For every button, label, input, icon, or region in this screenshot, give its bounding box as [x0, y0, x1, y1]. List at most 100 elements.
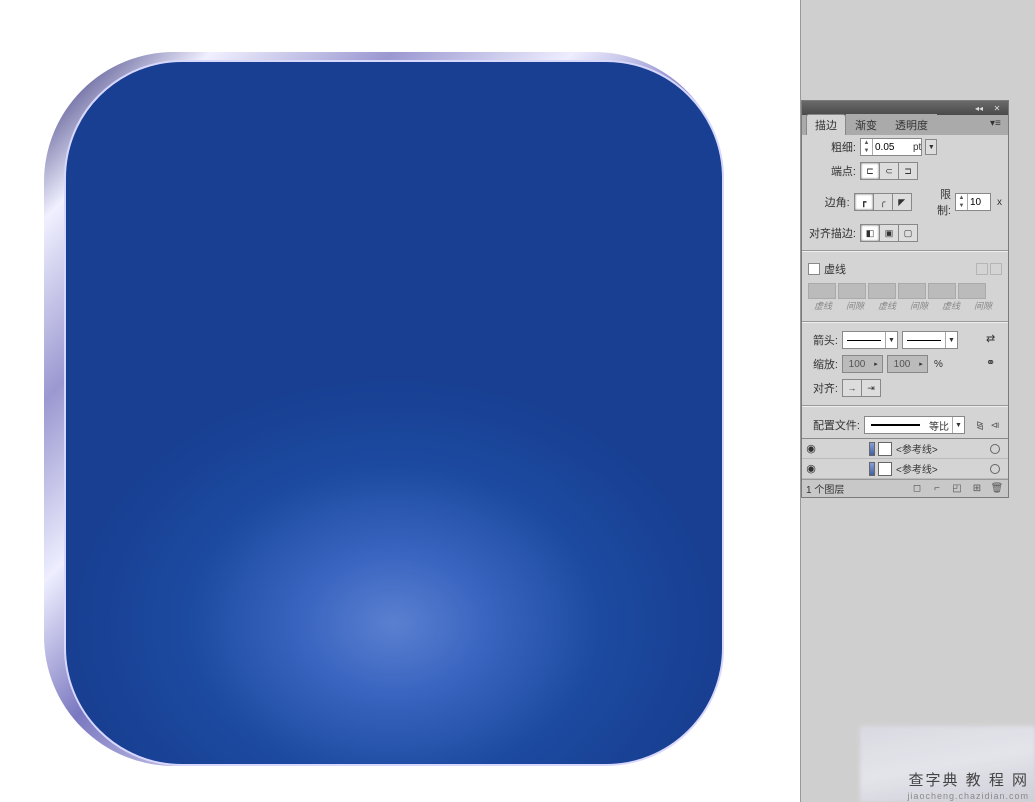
stroke-panel: ◂◂ ✕ 描边 渐变 透明度 ▾≡ 粗细: ▲ ▼ pt ▼ 端点: [801, 100, 1009, 498]
target-icon[interactable] [990, 464, 1000, 474]
swap-arrows-icon[interactable]: ⇄ [986, 332, 1002, 348]
icon-face-shape [64, 60, 724, 766]
arrow-start-dropdown[interactable]: ▼ [842, 331, 898, 349]
weight-spinner[interactable]: ▲ ▼ pt [860, 138, 922, 156]
align-stroke-label: 对齐描边: [808, 225, 856, 241]
dashed-label: 虚线 [824, 261, 846, 277]
new-sublayer-icon[interactable]: ◰ [950, 482, 964, 496]
separator [802, 321, 1008, 323]
scale-a-spinner[interactable]: ▸ [842, 355, 883, 373]
corner-miter-icon[interactable]: ┏ [854, 193, 874, 211]
weight-row: 粗细: ▲ ▼ pt ▼ [802, 135, 1008, 159]
cap-butt-icon[interactable]: ⊏ [860, 162, 880, 180]
collapse-icon[interactable]: ◂◂ [972, 103, 986, 113]
limit-input[interactable] [968, 194, 990, 210]
layers-footer: 1 个图层 ◻ ⌐ ◰ ⊞ 🗑 [802, 479, 1008, 497]
spin-up-icon[interactable]: ▲ [956, 194, 967, 202]
close-icon[interactable]: ✕ [990, 103, 1004, 113]
dash-col-labels: 虚线 间隙 虚线 间隙 虚线 间隙 [802, 299, 1008, 316]
arrow-tip-icon[interactable]: ⇥ [861, 379, 881, 397]
clip-icon[interactable]: ⌐ [930, 482, 944, 496]
separator [802, 405, 1008, 407]
align-center-icon[interactable]: ◧ [860, 224, 880, 242]
arrow-end-dropdown[interactable]: ▼ [902, 331, 958, 349]
dash-2-input[interactable] [868, 283, 896, 299]
link-scale-icon[interactable]: ⚭ [986, 356, 1002, 372]
new-layer-icon[interactable]: ⊞ [970, 482, 984, 496]
profile-dropdown[interactable]: 等比 ▼ [864, 416, 965, 434]
dashed-checkbox[interactable] [808, 263, 820, 275]
target-icon[interactable] [990, 444, 1000, 454]
dash-col-label: 虚线 [872, 299, 902, 312]
scale-label: 缩放: [808, 356, 838, 372]
spin-down-icon[interactable]: ▼ [861, 147, 872, 155]
spin-down-icon[interactable]: ▼ [956, 202, 967, 210]
arrow-label: 箭头: [808, 332, 838, 348]
dash-align-icon[interactable] [990, 263, 1002, 275]
cap-round-icon[interactable]: ⊂ [879, 162, 899, 180]
limit-spinner[interactable]: ▲ ▼ [955, 193, 991, 211]
scale-b-spinner[interactable]: ▸ [887, 355, 928, 373]
chevron-right-icon[interactable]: ▸ [870, 356, 882, 372]
tab-transparency[interactable]: 透明度 [886, 114, 937, 135]
cap-row: 端点: ⊏ ⊂ ⊐ [802, 159, 1008, 183]
align-stroke-buttons: ◧ ▣ ▢ [860, 224, 918, 242]
weight-dropdown-icon[interactable]: ▼ [925, 139, 937, 155]
spin-up-icon[interactable]: ▲ [861, 139, 872, 147]
gap-1-input[interactable] [838, 283, 866, 299]
corner-buttons: ┏ ╭ ◤ [854, 193, 912, 211]
gap-2-input[interactable] [898, 283, 926, 299]
profile-value: 等比 [926, 418, 952, 433]
dash-preserve-icon[interactable] [976, 263, 988, 275]
layer-color-bar [869, 462, 875, 476]
dashed-row: 虚线 [802, 257, 1008, 281]
cap-buttons: ⊏ ⊂ ⊐ [860, 162, 918, 180]
layer-row[interactable]: ◉ <参考线> [802, 459, 1008, 479]
canvas-area[interactable] [0, 0, 800, 802]
align-inside-icon[interactable]: ▣ [879, 224, 899, 242]
weight-input[interactable] [873, 139, 911, 155]
layer-thumb [878, 462, 892, 476]
trash-icon[interactable]: 🗑 [990, 482, 1004, 496]
panel-menu-icon[interactable]: ▾≡ [990, 118, 1004, 130]
limit-unit: x [997, 197, 1002, 208]
corner-bevel-icon[interactable]: ◤ [892, 193, 912, 211]
profile-label: 配置文件: [808, 417, 860, 433]
corner-label: 边角: [808, 194, 850, 210]
layer-count: 1 个图层 [806, 481, 844, 496]
layer-name[interactable]: <参考线> [896, 461, 982, 476]
align-outside-icon[interactable]: ▢ [898, 224, 918, 242]
dash-1-input[interactable] [808, 283, 836, 299]
tab-stroke[interactable]: 描边 [806, 114, 846, 135]
chevron-right-icon[interactable]: ▸ [915, 356, 927, 372]
dash-col-label: 间隙 [904, 299, 934, 312]
arrow-extend-icon[interactable]: → [842, 379, 862, 397]
scale-b-input[interactable] [888, 356, 916, 372]
separator [802, 250, 1008, 252]
corner-round-icon[interactable]: ╭ [873, 193, 893, 211]
align-stroke-row: 对齐描边: ◧ ▣ ▢ [802, 221, 1008, 245]
tab-gradient[interactable]: 渐变 [846, 114, 886, 135]
dash-align-buttons [976, 263, 1002, 275]
layer-name[interactable]: <参考线> [896, 441, 982, 456]
align-arrow-row: 对齐: → ⇥ [802, 376, 1008, 400]
locate-icon[interactable]: ◻ [910, 482, 924, 496]
visibility-icon[interactable]: ◉ [802, 442, 820, 455]
flip-y-icon[interactable]: ⧏ [988, 417, 1002, 433]
profile-row: 配置文件: 等比 ▼ ⧎ ⧏ [802, 412, 1008, 438]
weight-label: 粗细: [808, 139, 856, 155]
corner-row: 边角: ┏ ╭ ◤ 限制: ▲ ▼ x [802, 183, 1008, 221]
layer-row[interactable]: ◉ <参考线> [802, 439, 1008, 459]
dash-3-input[interactable] [928, 283, 956, 299]
flip-x-icon[interactable]: ⧎ [973, 417, 987, 433]
layer-thumb [878, 442, 892, 456]
gap-3-input[interactable] [958, 283, 986, 299]
visibility-icon[interactable]: ◉ [802, 462, 820, 475]
cap-projecting-icon[interactable]: ⊐ [898, 162, 918, 180]
scale-a-input[interactable] [843, 356, 871, 372]
layers-panel: ◉ <参考线> ◉ <参考线> 1 个图层 ◻ ⌐ ◰ [802, 438, 1008, 497]
panel-titlebar: ◂◂ ✕ [802, 101, 1008, 115]
arrow-row: 箭头: ▼ ▼ ⇄ [802, 328, 1008, 352]
scale-unit: % [934, 359, 943, 370]
limit-label: 限制: [927, 186, 951, 218]
